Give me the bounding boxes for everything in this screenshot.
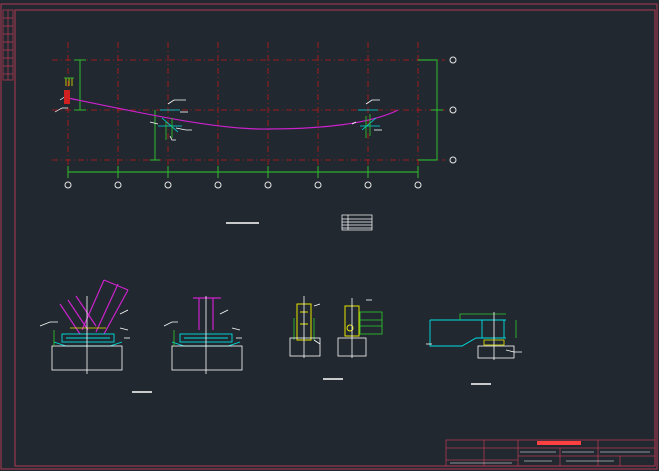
detail-1 <box>39 279 152 393</box>
plan-note-table <box>341 214 373 231</box>
detail-2 <box>163 296 243 374</box>
node-detail-1 <box>149 99 192 141</box>
cad-drawing <box>0 3 658 470</box>
plan-grid-rows <box>52 59 445 161</box>
sheet-frame <box>0 3 658 470</box>
axis-bubbles <box>64 56 457 189</box>
binding-strip <box>2 9 14 81</box>
title-block-heading <box>537 441 581 445</box>
detail-4 <box>426 312 522 385</box>
node-detail-2 <box>351 99 382 138</box>
plan-view <box>52 42 457 189</box>
detail-3 <box>289 296 383 380</box>
support-marker-left <box>65 78 73 86</box>
curved-beam <box>67 97 399 130</box>
cad-viewport[interactable] <box>0 0 659 471</box>
